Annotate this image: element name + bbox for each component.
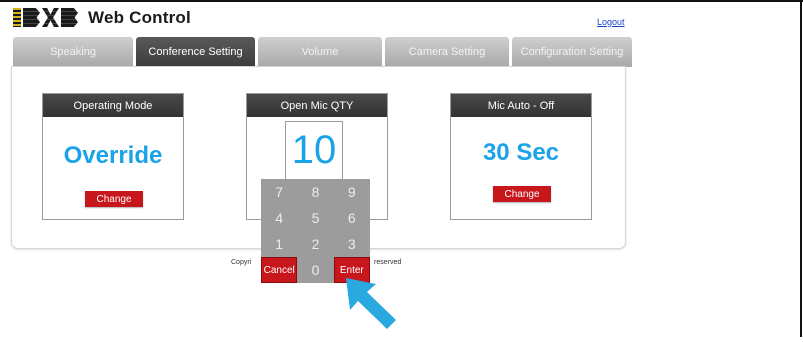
key-5[interactable]: 5 xyxy=(297,205,333,231)
key-3[interactable]: 3 xyxy=(334,231,370,257)
card-title: Operating Mode xyxy=(43,94,183,117)
operating-mode-change-button[interactable]: Change xyxy=(85,191,143,207)
window-right-border xyxy=(800,0,802,337)
mic-auto-off-value: 30 Sec xyxy=(482,139,560,166)
tab-volume[interactable]: Volume xyxy=(258,37,382,67)
operating-mode-value: Override xyxy=(63,142,163,169)
brand-logo: Web Control xyxy=(13,8,191,27)
card-title: Mic Auto - Off xyxy=(451,94,591,117)
tab-speaking[interactable]: Speaking xyxy=(13,37,133,67)
key-4[interactable]: 4 xyxy=(261,205,297,231)
tab-configuration-setting[interactable]: Configuration Setting xyxy=(512,37,632,67)
numeric-keypad: 7 8 9 4 5 6 1 2 3 Cancel 0 Enter xyxy=(261,179,370,283)
logo-block-b2 xyxy=(61,8,78,27)
operating-mode-card: Operating Mode Override Change xyxy=(42,93,184,220)
copyright-text-left: Copyri xyxy=(231,259,252,266)
key-8[interactable]: 8 xyxy=(297,179,333,205)
copyright-text-right: reserved xyxy=(374,259,402,266)
open-mic-qty-input[interactable]: 10 xyxy=(285,121,343,180)
app-title: Web Control xyxy=(88,7,191,27)
key-0[interactable]: 0 xyxy=(297,257,333,283)
key-1[interactable]: 1 xyxy=(261,231,297,257)
key-7[interactable]: 7 xyxy=(261,179,297,205)
logo-block-x xyxy=(42,8,59,27)
logo-block-i xyxy=(13,8,21,27)
window-top-border xyxy=(0,0,803,2)
tab-camera-setting[interactable]: Camera Setting xyxy=(385,37,509,67)
logo-block-b xyxy=(23,8,40,27)
key-2[interactable]: 2 xyxy=(297,231,333,257)
pointer-arrow-icon xyxy=(346,278,396,329)
key-6[interactable]: 6 xyxy=(334,205,370,231)
logo-mark xyxy=(13,8,78,27)
cancel-button[interactable]: Cancel xyxy=(261,257,298,283)
main-tabs: Speaking Conference Setting Volume Camer… xyxy=(13,37,635,67)
card-title: Open Mic QTY xyxy=(247,94,387,117)
mic-auto-off-change-button[interactable]: Change xyxy=(493,186,551,202)
tab-conference-setting[interactable]: Conference Setting xyxy=(136,37,255,67)
key-9[interactable]: 9 xyxy=(334,179,370,205)
logout-link[interactable]: Logout xyxy=(597,17,625,27)
mic-auto-off-card: Mic Auto - Off 30 Sec Change xyxy=(450,93,592,220)
